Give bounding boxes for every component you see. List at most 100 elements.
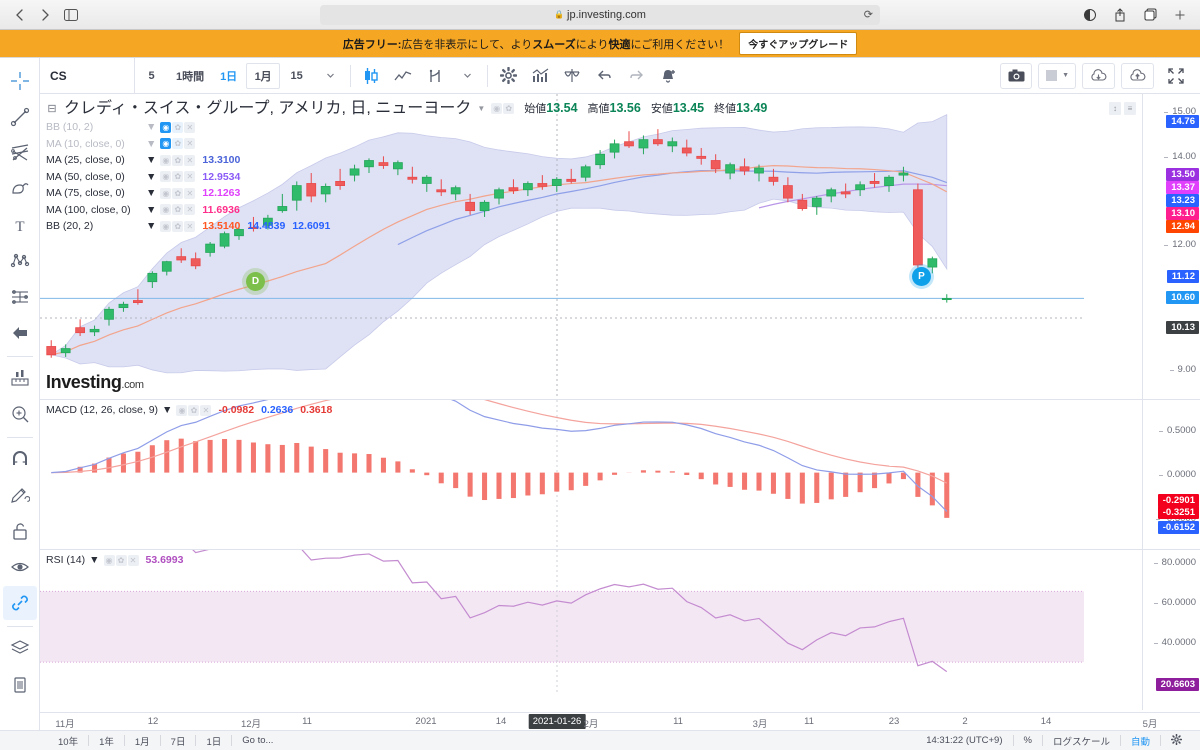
forecast-tool-icon[interactable] [3,280,37,314]
brush-tool-icon[interactable] [3,172,37,206]
share-icon[interactable] [1108,5,1132,25]
macd-legend-row[interactable]: MACD (12, 26, close, 9) ▼ ◉ ✿ ✕ -0.0982 0.… [46,404,332,416]
close-icon[interactable]: ✕ [184,138,196,150]
indicator-row-bb20[interactable]: BB (20, 2) ▼ ◉ ✿ ✕ 13.5140 14.4839 12.6091 [46,218,767,235]
indicator-row-bb10[interactable]: BB (10, 2) ▼ ◉ ✿ ✕ [46,119,767,136]
chart-container[interactable]: ⊟ クレディ・スイス・グループ, アメリカ, 日, ニューヨーク ▼ ◉ ✿ 始… [40,94,1200,712]
text-tool-icon[interactable]: T [3,208,37,242]
close-icon[interactable]: ✕ [184,204,196,216]
close-icon[interactable]: ✕ [184,171,196,183]
chevron-down-icon[interactable]: ▼ [146,187,156,199]
range-1d[interactable]: 1日 [196,734,231,748]
interval-15[interactable]: 15 [280,58,314,93]
indicators-icon[interactable] [419,63,451,89]
trash-icon[interactable] [3,667,37,701]
link-drawings-icon[interactable] [2,586,37,620]
price-axis[interactable]: 15.00 14.00 12.00 9.00 14.76 13.50 13.37… [1142,94,1200,399]
rsi-legend-row[interactable]: RSI (14) ▼ ◉ ✿ ✕ 53.6993 [46,554,183,566]
gear-icon[interactable]: ✿ [172,171,184,183]
chevron-down-icon[interactable]: ▼ [146,121,156,133]
auto-scale-button[interactable]: 自動 [1121,734,1160,748]
cloud-download-icon[interactable] [1082,62,1115,89]
indicator-row-ma100[interactable]: MA (100, close, 0) ▼ ◉ ✿ ✕ 11.6936 [46,202,767,219]
time-axis[interactable]: 11月 12 12月 11 2021 14 2021-01-26 2月 11 3… [40,712,1200,730]
macd-pane[interactable]: MACD (12, 26, close, 9) ▼ ◉ ✿ ✕ -0.0982 0.… [40,400,1200,550]
visibility-icon[interactable]: ◉ [160,154,172,166]
visibility-icon[interactable]: ◉ [176,404,188,416]
chevron-down-icon[interactable] [451,63,483,89]
browser-url-bar[interactable]: 🔒 jp.investing.com ⟳ [320,4,880,25]
range-10y[interactable]: 10年 [48,734,88,748]
gear-icon[interactable] [1161,733,1192,747]
browser-back-button[interactable] [8,5,30,25]
earnings-marker[interactable]: P [912,267,931,286]
interval-1hour[interactable]: 1時間 [169,58,212,93]
log-scale-button[interactable]: ログスケール [1043,734,1120,748]
close-icon[interactable]: ✕ [184,121,196,133]
chevron-down-icon[interactable]: ▼ [146,220,156,232]
chevron-down-icon[interactable]: ▼ [89,554,99,566]
symbol-input[interactable]: CS [40,58,135,93]
fib-tool-icon[interactable] [3,136,37,170]
redo-arrow-icon[interactable] [620,63,652,89]
percent-scale-button[interactable]: % [1014,735,1042,746]
compare-scales-icon[interactable] [556,63,588,89]
indicator-row-ma75[interactable]: MA (75, close, 0) ▼ ◉ ✿ ✕ 12.1263 [46,185,767,202]
new-tab-overview-icon[interactable] [1138,5,1162,25]
trend-line-tool-icon[interactable] [3,100,37,134]
crosshair-tool-icon[interactable] [3,64,37,98]
chevron-down-icon[interactable] [314,63,346,89]
close-icon[interactable]: ✕ [184,154,196,166]
download-icon[interactable] [1078,5,1102,25]
gear-icon[interactable]: ✿ [172,187,184,199]
close-icon[interactable]: ✕ [200,404,212,416]
price-pane[interactable]: ⊟ クレディ・スイス・グループ, アメリカ, 日, ニューヨーク ▼ ◉ ✿ 始… [40,94,1200,400]
chevron-down-icon[interactable]: ▼ [146,204,156,216]
gear-icon[interactable]: ✿ [172,121,184,133]
close-icon[interactable]: ✕ [127,554,139,566]
chevron-down-icon[interactable]: ▼ [146,138,156,150]
drawing-mode-icon[interactable] [3,478,37,512]
visibility-icon[interactable]: ◉ [160,171,172,183]
lock-drawings-icon[interactable] [3,514,37,548]
indicator-row-ma25[interactable]: MA (25, close, 0) ▼ ◉ ✿ ✕ 13.3100 [46,152,767,169]
reload-icon[interactable]: ⟳ [864,8,873,21]
sidebar-toggle-icon[interactable] [60,5,82,25]
macd-axis[interactable]: 0.5000 0.0000 -0.5000 -0.2901 -0.3251 -0… [1142,400,1200,549]
indicator-row-ma10[interactable]: MA (10, close, 0) ▼ ◉ ✿ ✕ [46,136,767,153]
dividend-marker[interactable]: D [246,272,265,291]
interval-1month[interactable]: 1月 [246,62,281,89]
visibility-icon[interactable]: ◉ [160,187,172,199]
close-icon[interactable]: ✕ [184,220,196,232]
gear-icon[interactable]: ✿ [172,138,184,150]
upgrade-button[interactable]: 今すぐアップグレード [739,32,858,55]
gear-icon[interactable]: ✿ [172,154,184,166]
indicator-row-ma50[interactable]: MA (50, close, 0) ▼ ◉ ✿ ✕ 12.9534 [46,169,767,186]
undo-arrow-icon[interactable] [588,63,620,89]
macd-chart-canvas[interactable] [40,400,1142,550]
visibility-icon[interactable]: ◉ [160,220,172,232]
goto-button[interactable]: Go to... [232,735,283,746]
alert-list-icon[interactable]: ≡ [1124,102,1136,115]
chevron-down-icon[interactable]: ▼ [477,99,485,119]
line-chart-icon[interactable] [387,63,419,89]
visibility-icon[interactable]: ◉ [103,554,115,566]
range-1m[interactable]: 1月 [125,734,160,748]
visibility-icon[interactable]: ◉ [160,138,172,150]
collapse-icon[interactable]: ⊟ [46,99,58,119]
pattern-tool-icon[interactable] [3,244,37,278]
chevron-down-icon[interactable]: ▼ [146,171,156,183]
browser-forward-button[interactable] [34,5,56,25]
cloud-upload-icon[interactable] [1121,62,1154,89]
gear-icon[interactable]: ✿ [503,103,515,114]
rsi-pane[interactable]: RSI (14) ▼ ◉ ✿ ✕ 53.6993 80.0000 60.0000 4… [40,550,1200,710]
visibility-icon[interactable]: ◉ [160,204,172,216]
chevron-down-icon[interactable]: ▼ [162,404,172,416]
alert-add-icon[interactable]: ↕ [1109,102,1121,115]
gear-icon[interactable]: ✿ [115,554,127,566]
visibility-icon[interactable]: ◉ [160,121,172,133]
measure-tool-icon[interactable] [3,361,37,395]
visibility-icon[interactable]: ◉ [491,103,503,114]
candlestick-icon[interactable] [355,63,387,89]
interval-1day[interactable]: 1日 [212,58,246,93]
